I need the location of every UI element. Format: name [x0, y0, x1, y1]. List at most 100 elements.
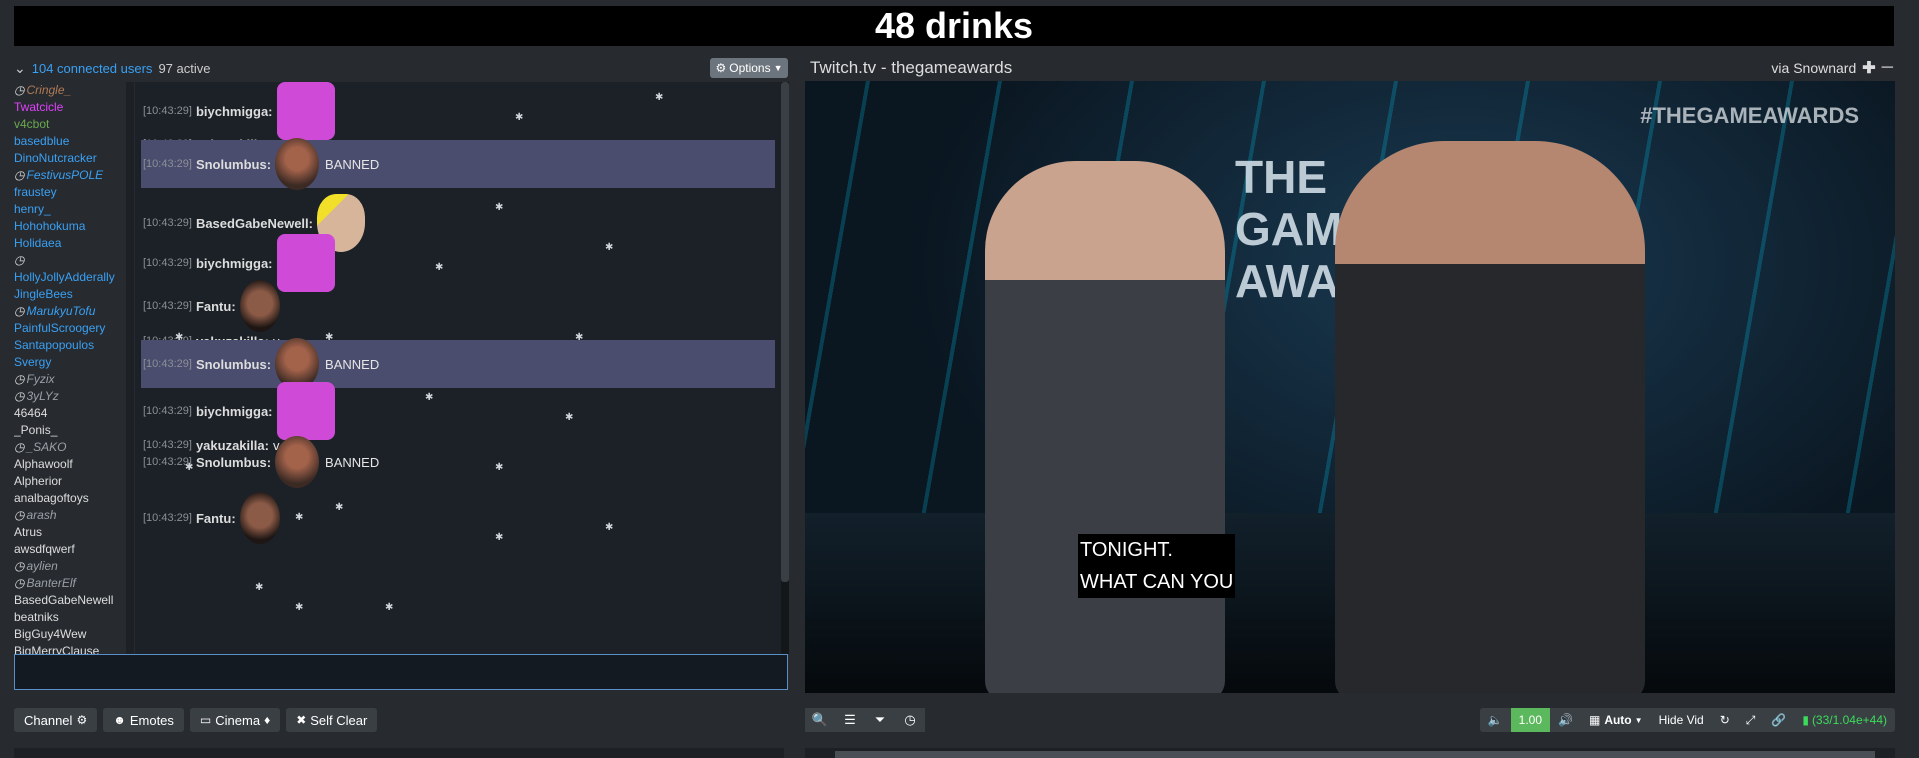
user-list-item[interactable]: ◷ 3yLYz	[14, 388, 126, 405]
user-list-item[interactable]: beatniks	[14, 609, 126, 626]
video-toolbar: 🔍 ☰ ⏷ ◷ 🔈 1.00 🔊 ▦ Auto ▼ Hide Vid ↻ ⤢ 🔗 ▮…	[805, 708, 1895, 732]
message-nick[interactable]: Fantu:	[196, 511, 236, 526]
chat-message: [10:43:29] biychmigga:	[141, 82, 775, 140]
quality-select[interactable]: ▦ Auto ▼	[1581, 708, 1651, 732]
clock-icon[interactable]: ◷	[895, 708, 925, 732]
message-nick[interactable]: biychmigga:	[196, 404, 273, 419]
snowflake-icon: ✱	[575, 332, 584, 343]
video-title: Twitch.tv - thegameawards	[810, 58, 1013, 77]
chat-input[interactable]	[14, 654, 788, 690]
user-list-item[interactable]: Santapopoulos	[14, 337, 126, 354]
playback-rate[interactable]: 1.00	[1510, 708, 1551, 732]
user-list-item[interactable]: ◷ MarukyuTofu	[14, 303, 126, 320]
user-list-item[interactable]: ◷ Fyzix	[14, 371, 126, 388]
user-list-item[interactable]: Alpherior	[14, 473, 126, 490]
snowflake-icon: ✱	[295, 512, 304, 523]
user-list-item[interactable]: Svergy	[14, 354, 126, 371]
user-list-item[interactable]: JingleBees	[14, 286, 126, 303]
user-list-item[interactable]: ◷ _SAKO	[14, 439, 126, 456]
chat-message: [10:43:29] Snolumbus: BANNED	[141, 138, 775, 190]
list-icon[interactable]: ☰	[835, 708, 865, 732]
user-name: HollyJollyAdderally	[14, 270, 115, 284]
message-timestamp: [10:43:29]	[143, 257, 192, 269]
user-list-item[interactable]: Twatcicle	[14, 99, 126, 116]
channel-button[interactable]: Channel ⚙	[14, 708, 98, 732]
self-clear-button[interactable]: ✖ Self Clear	[286, 708, 378, 732]
emotes-button[interactable]: ☻ Emotes	[103, 708, 184, 732]
snowflake-icon: ✱	[175, 332, 184, 343]
minus-icon[interactable]: ─	[1882, 59, 1893, 77]
user-list-item[interactable]: henry_	[14, 201, 126, 218]
userlist-scrollbar[interactable]	[126, 82, 134, 654]
self-clear-label: Self Clear	[310, 712, 368, 728]
message-nick[interactable]: Snolumbus:	[196, 357, 271, 372]
user-list-item[interactable]: _Ponis_	[14, 422, 126, 439]
message-text: BANNED	[325, 356, 380, 372]
connected-users-link[interactable]: 104 connected users	[32, 61, 153, 76]
message-timestamp: [10:43:29]	[143, 405, 192, 417]
refresh-icon[interactable]: ↻	[1712, 708, 1738, 732]
options-button[interactable]: ⚙ Options ▼	[710, 58, 788, 78]
user-list-item[interactable]: ◷ aylien	[14, 558, 126, 575]
volume-up-icon[interactable]: 🔊	[1550, 708, 1581, 732]
message-timestamp: [10:43:29]	[143, 217, 192, 229]
message-nick[interactable]: BasedGabeNewell:	[196, 216, 313, 231]
user-list-item[interactable]: v4cbot	[14, 116, 126, 133]
user-list-item[interactable]: ◷ Cringle_	[14, 82, 126, 99]
user-list-item[interactable]: PainfulScroogery	[14, 320, 126, 337]
volume-down-icon[interactable]: 🔈	[1480, 708, 1511, 732]
snowflake-icon: ✱	[495, 532, 504, 543]
user-list-item[interactable]: awsdfqwerf	[14, 541, 126, 558]
user-name: PainfulScroogery	[14, 321, 106, 335]
cc-icon: ▦	[1588, 713, 1601, 727]
message-nick[interactable]: Fantu:	[196, 299, 236, 314]
user-list-item[interactable]: analbagoftoys	[14, 490, 126, 507]
snowflake-icon: ✱	[435, 262, 444, 273]
search-icon[interactable]: 🔍	[805, 708, 835, 732]
chevron-down-icon[interactable]: ⌄	[14, 60, 26, 77]
user-list-item[interactable]: Atrus	[14, 524, 126, 541]
user-name: DinoNutcracker	[14, 151, 97, 165]
message-nick[interactable]: biychmigga:	[196, 256, 273, 271]
cinema-button[interactable]: ▭ Cinema ♦	[189, 708, 281, 732]
user-list-item[interactable]: Hohohokuma	[14, 218, 126, 235]
message-timestamp: [10:43:29]	[143, 358, 192, 370]
user-list-item[interactable]: HollyJollyAdderally	[14, 269, 126, 286]
user-list-item[interactable]: ◷ BanterElf	[14, 575, 126, 592]
user-list-item[interactable]: BigGuy4Wew	[14, 626, 126, 643]
message-nick[interactable]: Snolumbus:	[196, 157, 271, 172]
link-icon[interactable]: 🔗	[1763, 708, 1794, 732]
chat-scroll-thumb[interactable]	[781, 82, 789, 582]
user-list-item[interactable]: BigMerryClause	[14, 643, 126, 654]
snowflake-icon: ✱	[495, 202, 504, 213]
user-list-item[interactable]: basedblue	[14, 133, 126, 150]
message-timestamp: [10:43:29]	[143, 300, 192, 312]
emote-image	[239, 492, 280, 544]
user-list-item[interactable]: BasedGabeNewell	[14, 592, 126, 609]
user-list-item[interactable]: ◷ arash	[14, 507, 126, 524]
filter-icon[interactable]: ⏷	[865, 708, 895, 732]
emote-image	[275, 436, 320, 488]
user-list-item[interactable]: Holidaea	[14, 235, 126, 252]
chat-scrollbar[interactable]	[781, 82, 789, 654]
user-name: 46464	[14, 406, 48, 420]
plus-icon[interactable]: ✚	[1862, 58, 1875, 78]
video-player[interactable]: THE GAME AWARDS #THEGAMEAWARDS TONIGHT. …	[805, 81, 1895, 693]
user-list-item[interactable]: 46464	[14, 405, 126, 422]
user-list-item[interactable]: DinoNutcracker	[14, 150, 126, 167]
user-list-item[interactable]: ◷ FestivusPOLE	[14, 167, 126, 184]
message-nick[interactable]: biychmigga:	[196, 104, 273, 119]
fullscreen-icon[interactable]: ⤢	[1738, 708, 1764, 732]
user-list-item[interactable]: ◷	[14, 252, 126, 269]
message-text: BANNED	[325, 454, 380, 470]
message-nick[interactable]: Snolumbus:	[196, 455, 271, 470]
user-list-item[interactable]: fraustey	[14, 184, 126, 201]
video-scroll-thumb[interactable]	[835, 751, 1875, 758]
video-scrollbar[interactable]	[805, 748, 1895, 758]
user-name: Fyzix	[26, 372, 55, 386]
user-list[interactable]: ◷ Cringle_ Twatcicle v4cbot basedblue DinoNut…	[14, 82, 126, 654]
hide-video-button[interactable]: Hide Vid	[1651, 708, 1712, 732]
active-count: 97 active	[158, 60, 211, 76]
chat-message: [10:43:29] Snolumbus: BANNED	[141, 338, 775, 390]
user-list-item[interactable]: Alphawoolf	[14, 456, 126, 473]
